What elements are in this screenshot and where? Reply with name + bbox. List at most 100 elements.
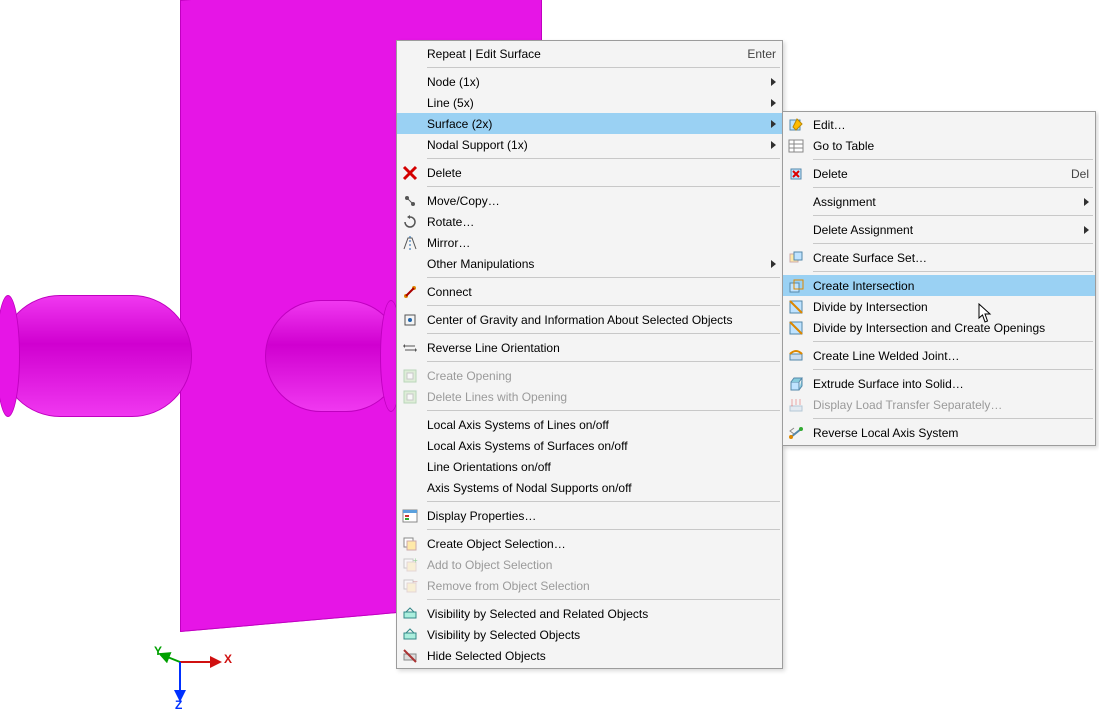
edit-icon bbox=[783, 117, 809, 133]
model-cylinder-left bbox=[0, 295, 192, 417]
menu_main-item-repeat-edit-surface[interactable]: Repeat | Edit SurfaceEnter bbox=[397, 43, 782, 64]
svg-text:+: + bbox=[413, 557, 418, 565]
menu_main-item-center-of-gravity-and-information-about-[interactable]: Center of Gravity and Information About … bbox=[397, 309, 782, 330]
revax-icon bbox=[783, 425, 809, 441]
cog-icon bbox=[397, 312, 423, 328]
menu-item-label: Display Load Transfer Separately… bbox=[809, 398, 1089, 412]
menu_sub-item-create-line-welded-joint[interactable]: Create Line Welded Joint… bbox=[783, 345, 1095, 366]
menu-item-label: Connect bbox=[423, 285, 776, 299]
menu_sub-item-divide-by-intersection-and-create-openin[interactable]: Divide by Intersection and Create Openin… bbox=[783, 317, 1095, 338]
svg-text:–: – bbox=[413, 578, 418, 586]
connect-icon bbox=[397, 284, 423, 300]
menu-item-label: Delete Lines with Opening bbox=[423, 390, 776, 404]
menu_main-item-node-1x[interactable]: Node (1x) bbox=[397, 71, 782, 92]
menu-item-label: Hide Selected Objects bbox=[423, 649, 776, 663]
menu-separator bbox=[427, 410, 780, 411]
menu_main-item-line-orientations-on-off[interactable]: Line Orientations on/off bbox=[397, 456, 782, 477]
context-menu-sub: Edit… Go to Table DeleteDel Assignment Delet… bbox=[782, 111, 1096, 446]
axis-triad: X Y Z bbox=[160, 650, 250, 710]
axis-label-z: Z bbox=[175, 698, 182, 712]
sel-icon bbox=[397, 536, 423, 552]
axis-label-y: Y bbox=[154, 644, 162, 658]
menu_main-item-move-copy[interactable]: Move/Copy… bbox=[397, 190, 782, 211]
menu_main-item-local-axis-systems-of-surfaces-on-off[interactable]: Local Axis Systems of Surfaces on/off bbox=[397, 435, 782, 456]
menu-item-label: Local Axis Systems of Surfaces on/off bbox=[423, 439, 776, 453]
menu_sub-item-go-to-table[interactable]: Go to Table bbox=[783, 135, 1095, 156]
menu_sub-item-delete[interactable]: DeleteDel bbox=[783, 163, 1095, 184]
menu-separator bbox=[813, 271, 1093, 272]
menu-separator bbox=[813, 369, 1093, 370]
menu_main-item-local-axis-systems-of-lines-on-off[interactable]: Local Axis Systems of Lines on/off bbox=[397, 414, 782, 435]
menu-item-accelerator: Del bbox=[1047, 167, 1089, 181]
menu-item-label: Divide by Intersection bbox=[809, 300, 1089, 314]
menu-item-accelerator: Enter bbox=[723, 47, 776, 61]
open-icon bbox=[397, 389, 423, 405]
set-icon bbox=[783, 250, 809, 266]
menu_sub-item-delete-assignment[interactable]: Delete Assignment bbox=[783, 219, 1095, 240]
menu-item-label: Delete Assignment bbox=[809, 223, 1072, 237]
menu_main-item-mirror[interactable]: Mirror… bbox=[397, 232, 782, 253]
submenu-arrow-icon bbox=[771, 99, 776, 107]
menu_main-item-connect[interactable]: Connect bbox=[397, 281, 782, 302]
menu_main-item-surface-2x[interactable]: Surface (2x) bbox=[397, 113, 782, 134]
menu_main-item-rotate[interactable]: Rotate… bbox=[397, 211, 782, 232]
menu_sub-item-create-intersection[interactable]: Create Intersection bbox=[783, 275, 1095, 296]
menu-item-label: Repeat | Edit Surface bbox=[423, 47, 723, 61]
menu-item-label: Create Line Welded Joint… bbox=[809, 349, 1089, 363]
menu_main-item-create-object-selection[interactable]: Create Object Selection… bbox=[397, 533, 782, 554]
menu-item-label: Line Orientations on/off bbox=[423, 460, 776, 474]
menu-separator bbox=[813, 215, 1093, 216]
menu-separator bbox=[427, 305, 780, 306]
menu_main-item-visibility-by-selected-and-related-objec[interactable]: Visibility by Selected and Related Objec… bbox=[397, 603, 782, 624]
vis-icon bbox=[397, 606, 423, 622]
menu_main-item-delete-lines-with-opening: Delete Lines with Opening bbox=[397, 386, 782, 407]
menu-item-label: Create Surface Set… bbox=[809, 251, 1089, 265]
menu-item-label: Delete bbox=[809, 167, 1047, 181]
menu_main-item-reverse-line-orientation[interactable]: Reverse Line Orientation bbox=[397, 337, 782, 358]
menu-separator bbox=[813, 243, 1093, 244]
menu_sub-item-create-surface-set[interactable]: Create Surface Set… bbox=[783, 247, 1095, 268]
extr-icon bbox=[783, 376, 809, 392]
submenu-arrow-icon bbox=[771, 120, 776, 128]
del-icon bbox=[783, 166, 809, 182]
load-icon bbox=[783, 397, 809, 413]
seladd-icon: + bbox=[397, 557, 423, 573]
menu-item-label: Axis Systems of Nodal Supports on/off bbox=[423, 481, 776, 495]
menu-separator bbox=[427, 333, 780, 334]
move-icon bbox=[397, 193, 423, 209]
int-icon bbox=[783, 278, 809, 294]
mirror-icon bbox=[397, 235, 423, 251]
menu_main-item-delete[interactable]: Delete bbox=[397, 162, 782, 183]
menu_main-item-axis-systems-of-nodal-supports-on-off[interactable]: Axis Systems of Nodal Supports on/off bbox=[397, 477, 782, 498]
menu_sub-item-extrude-surface-into-solid[interactable]: Extrude Surface into Solid… bbox=[783, 373, 1095, 394]
menu-separator bbox=[813, 418, 1093, 419]
menu-item-label: Reverse Local Axis System bbox=[809, 426, 1089, 440]
menu-item-label: Create Opening bbox=[423, 369, 776, 383]
menu-item-label: Node (1x) bbox=[423, 75, 759, 89]
menu_sub-item-divide-by-intersection[interactable]: Divide by Intersection bbox=[783, 296, 1095, 317]
menu-item-label: Go to Table bbox=[809, 139, 1089, 153]
menu-separator bbox=[813, 187, 1093, 188]
menu_main-item-other-manipulations[interactable]: Other Manipulations bbox=[397, 253, 782, 274]
menu-separator bbox=[427, 529, 780, 530]
submenu-arrow-icon bbox=[771, 141, 776, 149]
table-icon bbox=[783, 138, 809, 154]
menu_sub-item-reverse-local-axis-system[interactable]: Reverse Local Axis System bbox=[783, 422, 1095, 443]
menu-separator bbox=[813, 159, 1093, 160]
menu_main-item-hide-selected-objects[interactable]: Hide Selected Objects bbox=[397, 645, 782, 666]
menu-item-label: Delete bbox=[423, 166, 776, 180]
menu_main-item-nodal-support-1x[interactable]: Nodal Support (1x) bbox=[397, 134, 782, 155]
menu-item-label: Other Manipulations bbox=[423, 257, 759, 271]
menu-separator bbox=[427, 67, 780, 68]
menu_main-item-line-5x[interactable]: Line (5x) bbox=[397, 92, 782, 113]
menu-item-label: Assignment bbox=[809, 195, 1072, 209]
menu-item-label: Create Object Selection… bbox=[423, 537, 776, 551]
menu_sub-item-edit[interactable]: Edit… bbox=[783, 114, 1095, 135]
menu-item-label: Display Properties… bbox=[423, 509, 776, 523]
menu-item-label: Reverse Line Orientation bbox=[423, 341, 776, 355]
menu_sub-item-assignment[interactable]: Assignment bbox=[783, 191, 1095, 212]
menu-item-label: Extrude Surface into Solid… bbox=[809, 377, 1089, 391]
menu_main-item-visibility-by-selected-objects[interactable]: Visibility by Selected Objects bbox=[397, 624, 782, 645]
menu_main-item-display-properties[interactable]: Display Properties… bbox=[397, 505, 782, 526]
menu-item-label: Nodal Support (1x) bbox=[423, 138, 759, 152]
